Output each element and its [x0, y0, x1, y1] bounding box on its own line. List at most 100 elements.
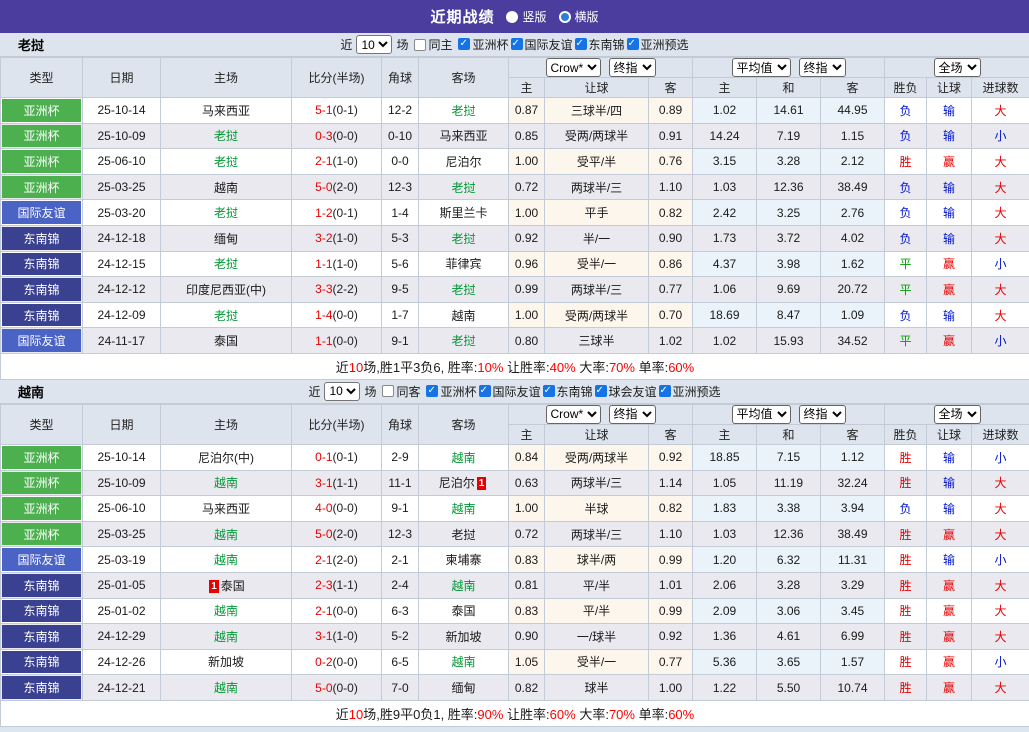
avg-draw-odds: 4.61 — [757, 624, 821, 650]
match-date: 25-06-10 — [83, 149, 161, 175]
sub-header-avg-home: 主 — [693, 424, 757, 444]
league-checkbox[interactable]: 亚洲杯 — [458, 36, 508, 53]
match-score: 3-1(1-1) — [292, 470, 382, 496]
final-odds-select[interactable]: 终指 — [609, 405, 656, 424]
crow-home-odds: 0.82 — [509, 675, 545, 701]
league-checkbox[interactable]: 亚洲预选 — [659, 383, 721, 400]
match-score: 2-1(1-0) — [292, 149, 382, 175]
crow-away-odds: 0.77 — [649, 649, 693, 675]
result-handicap: 赢 — [927, 521, 972, 547]
home-team: 越南 — [161, 675, 292, 701]
avg-home-odds: 1.02 — [693, 98, 757, 124]
final-odds-select[interactable]: 终指 — [609, 58, 656, 77]
summary-text: 10 — [349, 360, 363, 375]
result-goals: 大 — [972, 521, 1029, 547]
result-win-draw-loss: 负 — [885, 174, 927, 200]
crow-away-odds: 0.77 — [649, 277, 693, 303]
handicap-line: 两球半/三 — [545, 521, 649, 547]
layout-radio-vertical[interactable]: 竖版 — [506, 8, 546, 25]
result-win-draw-loss: 负 — [885, 98, 927, 124]
avg-home-odds: 1.03 — [693, 521, 757, 547]
corner-score: 12-3 — [382, 174, 419, 200]
games-label: 场 — [396, 36, 408, 53]
league-checkbox[interactable]: 东南锦 — [543, 383, 593, 400]
layout-radio-horizontal[interactable]: 横版 — [559, 8, 599, 25]
sub-header-avg-home: 主 — [693, 78, 757, 98]
league-checkbox[interactable]: 球会友谊 — [595, 383, 657, 400]
avg-away-odds: 1.12 — [821, 444, 885, 470]
home-team: 1泰国 — [161, 572, 292, 598]
home-team: 越南 — [161, 547, 292, 573]
league-checkbox[interactable]: 国际友谊 — [511, 36, 573, 53]
col-header-corners: 角球 — [382, 58, 419, 98]
fulltime-select[interactable]: 全场 — [934, 58, 981, 77]
col-header-type: 类型 — [1, 404, 83, 444]
near-label: 近 — [308, 383, 320, 400]
match-row: 东南锦24-12-26新加坡0-2(0-0)6-5越南1.05受半/一0.775… — [1, 649, 1029, 675]
summary-text: 让胜率: — [503, 360, 549, 375]
final-odds-select-2[interactable]: 终指 — [799, 58, 846, 77]
result-win-draw-loss: 平 — [885, 251, 927, 277]
match-count-select[interactable]: 10 — [324, 382, 360, 401]
result-handicap: 输 — [927, 444, 972, 470]
col-header-away: 客场 — [419, 58, 509, 98]
result-goals: 小 — [972, 649, 1029, 675]
average-odds-select[interactable]: 平均值 — [732, 58, 791, 77]
match-score: 2-1(0-0) — [292, 598, 382, 624]
league-checkbox[interactable]: 国际友谊 — [479, 383, 541, 400]
final-odds-select-2[interactable]: 终指 — [799, 405, 846, 424]
corner-score: 7-0 — [382, 675, 419, 701]
avg-home-odds: 1.22 — [693, 675, 757, 701]
league-checkbox[interactable]: 亚洲杯 — [426, 383, 476, 400]
avg-away-odds: 10.74 — [821, 675, 885, 701]
league-checkbox[interactable]: 亚洲预选 — [627, 36, 689, 53]
avg-home-odds: 4.37 — [693, 251, 757, 277]
crow-away-odds: 0.99 — [649, 598, 693, 624]
checkbox-checked-icon — [575, 38, 587, 50]
result-handicap: 赢 — [927, 328, 972, 354]
league-label: 亚洲杯 — [472, 36, 508, 53]
match-count-select[interactable]: 10 — [356, 35, 392, 54]
avg-away-odds: 3.45 — [821, 598, 885, 624]
avg-away-odds: 11.31 — [821, 547, 885, 573]
avg-away-odds: 20.72 — [821, 277, 885, 303]
checkbox-checked-icon — [543, 385, 555, 397]
handicap-line: 受两/两球半 — [545, 444, 649, 470]
crow-away-odds: 0.76 — [649, 149, 693, 175]
fulltime-select[interactable]: 全场 — [934, 405, 981, 424]
avg-away-odds: 1.57 — [821, 649, 885, 675]
same-venue-checkbox[interactable]: 同主 — [414, 36, 452, 53]
average-odds-select[interactable]: 平均值 — [732, 405, 791, 424]
result-handicap: 输 — [927, 174, 972, 200]
same-venue-checkbox[interactable]: 同客 — [382, 383, 420, 400]
away-team: 老挝 — [419, 225, 509, 251]
avg-draw-odds: 8.47 — [757, 302, 821, 328]
match-type: 东南锦 — [1, 675, 83, 701]
handicap-line: 半球 — [545, 496, 649, 522]
red-card-icon: 1 — [477, 477, 487, 490]
result-goals: 小 — [972, 123, 1029, 149]
odds-source-select[interactable]: Crow* — [546, 58, 601, 77]
sub-header-avg-away: 客 — [821, 78, 885, 98]
handicap-line: 一/球半 — [545, 624, 649, 650]
corner-score: 2-1 — [382, 547, 419, 573]
handicap-line: 三球半/四 — [545, 98, 649, 124]
col-header-home: 主场 — [161, 404, 292, 444]
avg-home-odds: 1.73 — [693, 225, 757, 251]
result-win-draw-loss: 负 — [885, 496, 927, 522]
checkbox-checked-icon — [595, 385, 607, 397]
crow-home-odds: 0.99 — [509, 277, 545, 303]
matches-tbody: 亚洲杯25-10-14尼泊尔(中)0-1(0-1)2-9越南0.84受两/两球半… — [1, 444, 1029, 700]
sub-header-result-handicap: 让球 — [927, 78, 972, 98]
result-win-draw-loss: 胜 — [885, 470, 927, 496]
league-checkbox[interactable]: 东南锦 — [575, 36, 625, 53]
result-goals: 小 — [972, 251, 1029, 277]
corner-score: 6-5 — [382, 649, 419, 675]
avg-draw-odds: 14.61 — [757, 98, 821, 124]
match-date: 25-10-14 — [83, 444, 161, 470]
match-row: 东南锦25-01-051泰国2-3(1-1)2-4越南0.81平/半1.012.… — [1, 572, 1029, 598]
result-win-draw-loss: 平 — [885, 277, 927, 303]
team-name: 老挝 — [18, 35, 44, 54]
odds-source-select[interactable]: Crow* — [546, 405, 601, 424]
crow-home-odds: 1.00 — [509, 200, 545, 226]
